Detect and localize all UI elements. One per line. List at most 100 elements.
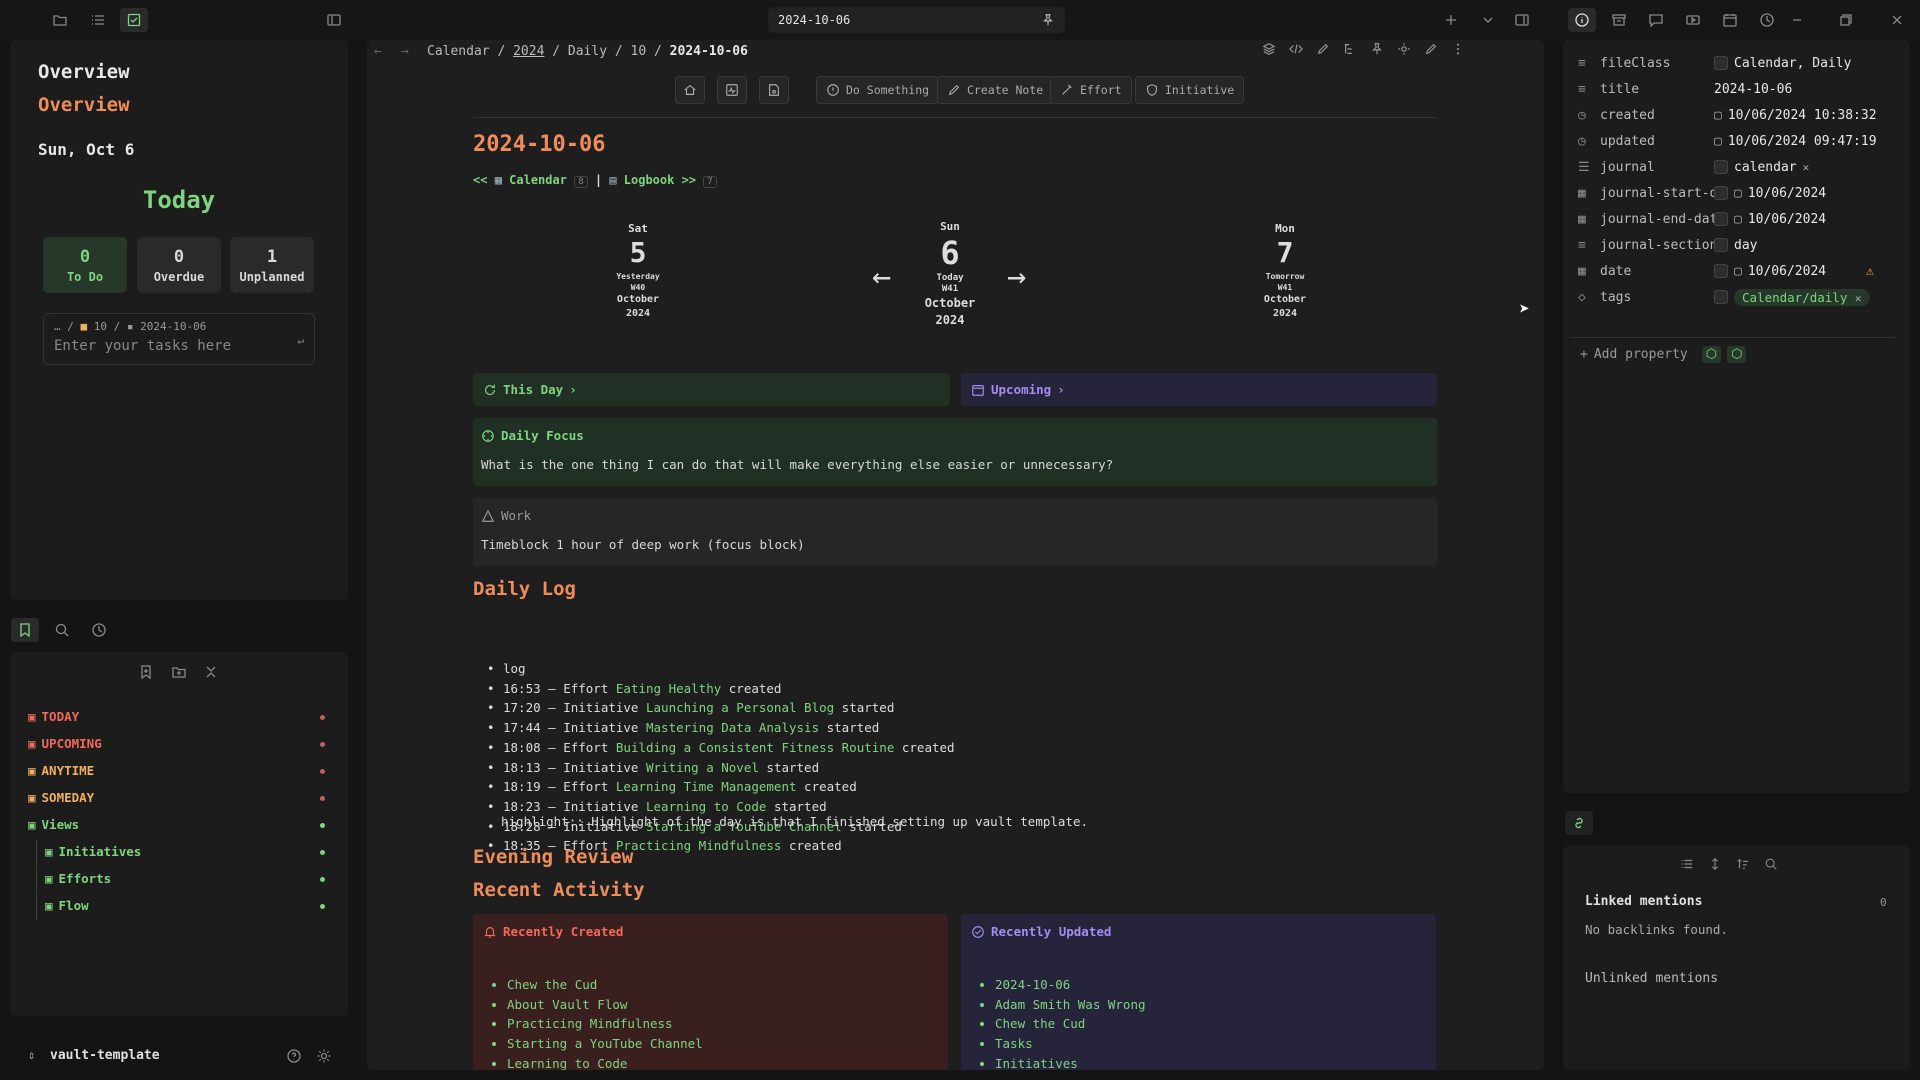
log-link[interactable]: Learning to Code [646,799,766,814]
calendar-icon[interactable]: ▢ [1734,186,1742,201]
property-toggle[interactable] [1714,290,1728,304]
calendar-icon[interactable]: ▢ [1714,108,1722,123]
property-type-icon[interactable]: ▦ [1578,212,1600,227]
chevron-down-icon[interactable] [1474,8,1502,32]
warning-icon[interactable]: ⚠ [1866,264,1874,279]
sidebar-item-flow[interactable]: ▣ Flow [45,898,325,913]
list-icon[interactable] [1680,857,1694,871]
property-value[interactable]: 2024-10-06 [1714,82,1792,97]
property-value[interactable]: Calendar/daily ✕ [1734,288,1870,306]
collapse-all-icon[interactable] [197,660,225,684]
property-key[interactable]: created [1600,108,1714,123]
property-value[interactable]: 10/06/2024 [1748,212,1826,227]
list-icon[interactable] [84,8,112,32]
property-key[interactable]: fileClass [1600,56,1714,71]
log-link[interactable]: Building a Consistent Fitness Routine [616,740,894,755]
overdue-stat[interactable]: 0 Overdue [137,237,221,293]
upcoming-band[interactable]: Upcoming › [961,373,1437,406]
minimize-icon[interactable] [1783,8,1811,32]
initiative-button[interactable]: Initiative [1135,76,1245,104]
calendar-icon[interactable] [1716,8,1744,32]
prev-day-arrow-icon[interactable]: ← [872,257,891,295]
property-value[interactable]: Calendar, Daily [1734,56,1851,71]
property-key[interactable]: journal [1600,160,1714,175]
property-value[interactable]: 10/06/2024 [1748,186,1826,201]
outline-icon[interactable] [1343,42,1357,56]
help-icon[interactable] [280,1044,308,1068]
property-row-journal-section[interactable]: ≡ journal-section day [1578,232,1894,258]
gear-icon[interactable] [1397,42,1411,56]
sidebar-toggle-icon[interactable] [320,8,348,32]
property-type-icon[interactable]: ◷ [1578,108,1600,123]
property-toggle[interactable] [1714,56,1728,70]
calendar-icon[interactable]: ▢ [1714,134,1722,149]
property-type-icon[interactable]: ≡ [1578,56,1600,71]
info-icon[interactable] [1568,8,1596,32]
log-link[interactable]: Practicing Mindfulness [616,838,782,853]
list-item[interactable]: Practicing Mindfulness [507,1014,938,1034]
bookmark-icon[interactable] [11,618,39,642]
calendar-link[interactable]: Calendar [509,173,567,187]
restore-icon[interactable] [1832,8,1860,32]
property-row-tags[interactable]: ◇ tags Calendar/daily ✕ [1578,284,1894,310]
list-item[interactable]: Chew the Cud [507,975,938,995]
remove-icon[interactable]: ✕ [1855,292,1862,305]
property-type-icon[interactable]: ▦ [1578,264,1600,279]
linked-mentions-title[interactable]: Linked mentions [1585,894,1702,909]
property-type-icon[interactable]: ◇ [1578,290,1600,305]
unplanned-stat[interactable]: 1 Unplanned [230,237,314,293]
property-row-journal-end-date[interactable]: ▦ journal-end-date ▢ 10/06/2024 [1578,206,1894,232]
clock-icon[interactable] [1753,8,1781,32]
property-type-icon[interactable]: ◷ [1578,134,1600,149]
property-key[interactable]: updated [1600,134,1714,149]
back-icon[interactable]: ← [374,44,382,59]
property-value[interactable]: 10/06/2024 [1748,264,1826,279]
property-row-fileClass[interactable]: ≡ fileClass Calendar, Daily [1578,50,1894,76]
crumb-2024[interactable]: 2024 [513,44,544,59]
activity-button[interactable] [717,76,747,104]
more-icon[interactable] [1451,42,1465,56]
search-icon[interactable] [1764,857,1778,871]
cube-icon[interactable]: ⬡ [1701,346,1722,363]
property-row-created[interactable]: ◷ created ▢ 10/06/2024 10:38:32 [1578,102,1894,128]
property-toggle[interactable] [1714,186,1728,200]
new-group-icon[interactable] [165,660,193,684]
new-tab-icon[interactable] [1437,8,1465,32]
property-row-title[interactable]: ≡ title 2024-10-06 [1578,76,1894,102]
sidebar-item-someday[interactable]: ▣ SOMEDAY [28,790,325,805]
home-button[interactable] [675,76,705,104]
folder-icon[interactable] [46,8,74,32]
property-toggle[interactable] [1714,212,1728,226]
right-sidebar-toggle-icon[interactable] [1508,8,1536,32]
vault-switcher-icon[interactable]: ⇕ [28,1048,35,1062]
property-type-icon[interactable]: ≡ [1578,82,1600,97]
forward-icon[interactable]: → [401,44,409,59]
property-key[interactable]: tags [1600,290,1714,305]
list-item[interactable]: Learning to Code [507,1054,938,1070]
create-note-button[interactable]: Create Note [937,76,1054,104]
unlinked-mentions-title[interactable]: Unlinked mentions [1585,971,1718,986]
enter-icon[interactable]: ↵ [297,334,304,347]
settings-icon[interactable] [310,1044,338,1068]
cube-alt-icon[interactable]: ⬡ [1727,346,1747,363]
list-item[interactable]: Chew the Cud [995,1014,1426,1034]
crumb-10[interactable]: 10 [631,44,647,59]
tasks-icon[interactable] [120,8,148,32]
log-link[interactable]: Learning Time Management [616,779,797,794]
prev-link[interactable]: << [473,173,487,187]
list-item[interactable]: About Vault Flow [507,995,938,1015]
crumb-calendar[interactable]: Calendar [427,44,490,59]
property-key[interactable]: journal-end-date [1600,212,1714,227]
list-item[interactable]: 2024-10-06 [995,975,1426,995]
expand-icon[interactable] [1708,857,1722,871]
property-toggle[interactable] [1714,264,1728,278]
property-toggle[interactable] [1714,238,1728,252]
add-bookmark-icon[interactable] [132,660,160,684]
sidebar-item-upcoming[interactable]: ▣ UPCOMING [28,736,325,751]
calendar-icon[interactable]: ▢ [1734,264,1742,279]
pin-icon[interactable] [1041,13,1055,27]
sidebar-item-initiatives[interactable]: ▣ Initiatives [45,844,325,859]
do-something-button[interactable]: Do Something [816,76,940,104]
list-item[interactable]: Initiatives [995,1054,1426,1070]
next-day-arrow-icon[interactable]: → [1007,257,1026,295]
